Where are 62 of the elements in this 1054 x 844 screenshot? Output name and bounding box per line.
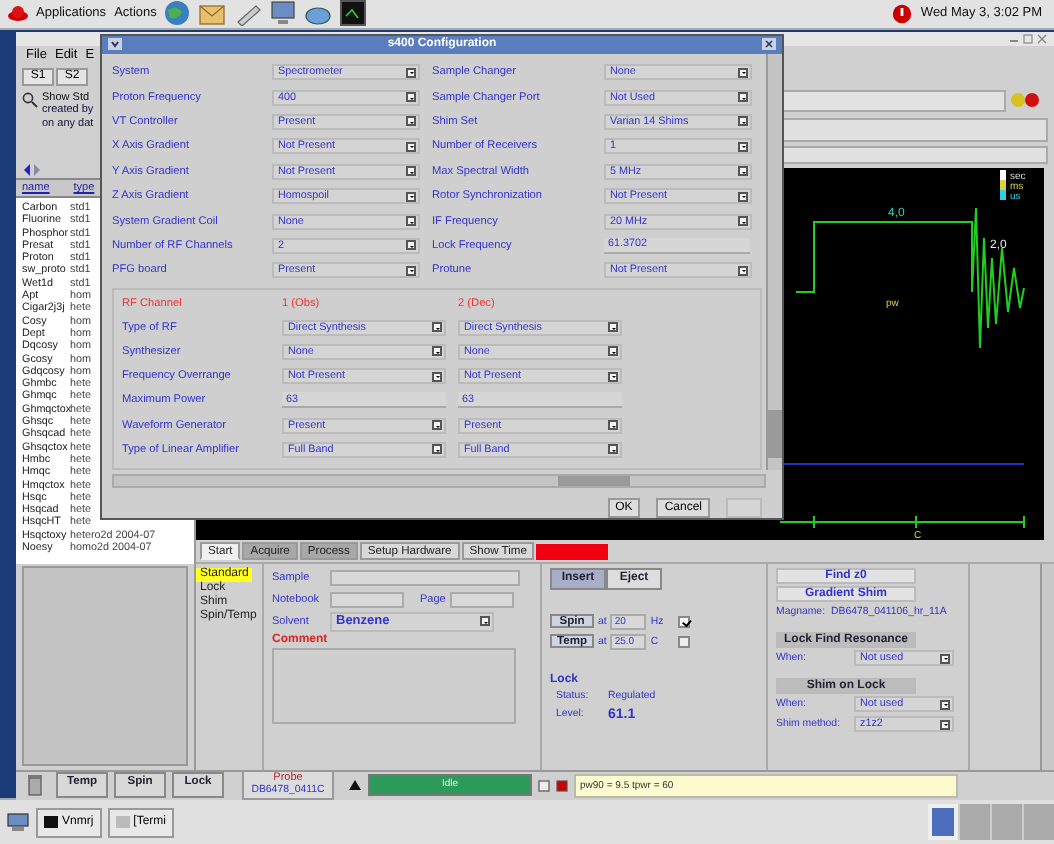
close-icon[interactable] bbox=[762, 38, 776, 51]
scrollbar[interactable] bbox=[766, 53, 782, 470]
window-menu-icon[interactable] bbox=[108, 38, 122, 51]
alert-icon[interactable] bbox=[892, 3, 913, 24]
hat-icon[interactable] bbox=[8, 4, 28, 23]
fid-drawing bbox=[971, 206, 1025, 349]
square-icon[interactable] bbox=[556, 779, 568, 792]
caret-icon bbox=[738, 216, 748, 226]
checkbox[interactable] bbox=[678, 615, 691, 628]
caret-icon bbox=[738, 116, 748, 127]
window-controls-icon[interactable] bbox=[1008, 33, 1048, 44]
terminal-icon[interactable] bbox=[340, 0, 367, 27]
caret-icon bbox=[406, 166, 416, 177]
window-icon bbox=[115, 816, 130, 829]
caret-icon bbox=[608, 371, 618, 382]
caret-icon bbox=[406, 240, 416, 251]
back-forward-icon[interactable] bbox=[22, 163, 42, 176]
checkbox[interactable] bbox=[678, 635, 691, 648]
caret-icon bbox=[738, 191, 748, 202]
square-icon[interactable] bbox=[538, 779, 550, 792]
caret-icon bbox=[406, 92, 416, 103]
computer-icon[interactable] bbox=[6, 812, 30, 833]
caret-icon bbox=[608, 322, 618, 333]
globe-icon[interactable] bbox=[164, 0, 191, 27]
caret-icon bbox=[432, 420, 442, 431]
caret-icon bbox=[432, 444, 442, 455]
search-icon[interactable] bbox=[22, 91, 38, 108]
sample-field[interactable] bbox=[330, 569, 520, 586]
triangle-up-icon[interactable] bbox=[348, 778, 362, 793]
caret-icon bbox=[406, 67, 416, 78]
monitor-icon[interactable] bbox=[270, 0, 297, 27]
scrollbar[interactable] bbox=[112, 473, 766, 488]
window-icon bbox=[44, 816, 58, 829]
caret-icon bbox=[406, 141, 416, 152]
caret-icon bbox=[480, 616, 490, 627]
caret-icon bbox=[432, 322, 442, 333]
caret-icon bbox=[940, 653, 950, 664]
status-lights-icon bbox=[1010, 92, 1042, 109]
comment-field[interactable] bbox=[272, 647, 516, 724]
caret-icon bbox=[738, 92, 748, 103]
workspace-switcher[interactable] bbox=[928, 804, 1054, 841]
mail-icon[interactable] bbox=[198, 1, 227, 26]
caret-icon bbox=[738, 265, 748, 276]
caret-icon bbox=[406, 216, 416, 226]
time-unit-legend bbox=[1000, 169, 1006, 200]
caret-icon bbox=[432, 346, 442, 357]
caret-icon bbox=[432, 371, 442, 382]
caret-icon bbox=[406, 265, 416, 276]
caret-icon bbox=[608, 346, 618, 357]
caret-icon bbox=[738, 166, 748, 177]
caret-icon bbox=[406, 191, 416, 202]
caret-icon bbox=[738, 67, 748, 78]
pen-icon[interactable] bbox=[234, 1, 263, 26]
page-field[interactable] bbox=[449, 591, 514, 608]
trash-icon[interactable] bbox=[28, 774, 42, 797]
caret-icon bbox=[608, 444, 618, 455]
stop-indicator[interactable] bbox=[536, 543, 609, 560]
scrollbar[interactable] bbox=[1040, 563, 1054, 770]
notebook-field[interactable] bbox=[330, 591, 404, 608]
caret-icon bbox=[406, 116, 416, 127]
caret-icon bbox=[608, 420, 618, 431]
caret-icon bbox=[738, 141, 748, 152]
